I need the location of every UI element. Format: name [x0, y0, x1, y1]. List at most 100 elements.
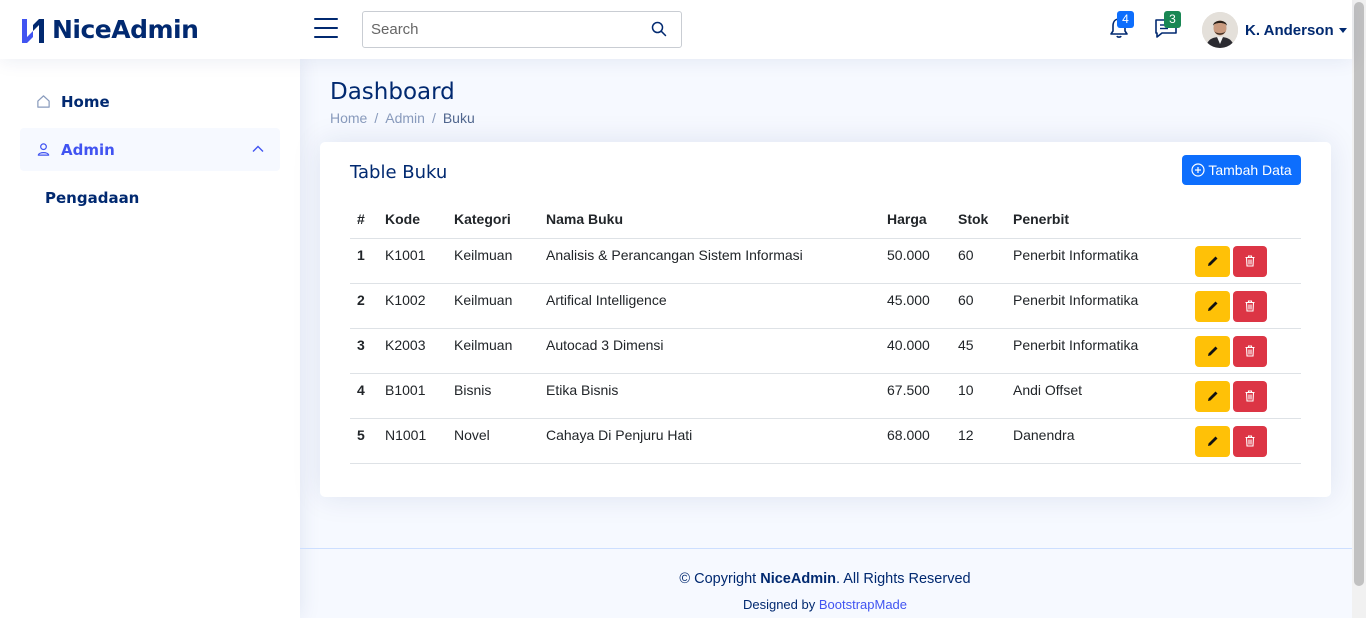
edit-button[interactable]	[1195, 425, 1230, 457]
delete-button[interactable]	[1233, 380, 1267, 412]
add-data-button[interactable]: Tambah Data	[1182, 155, 1301, 185]
cell-actions	[1195, 328, 1301, 374]
breadcrumb: Home / Admin / Buku	[330, 110, 475, 126]
copyright-suffix: . All Rights Reserved	[835, 571, 971, 587]
column-header-number: #	[350, 208, 385, 239]
cell-kategori: Keilmuan	[454, 328, 546, 374]
cell-kode: N1001	[385, 418, 454, 464]
table-row: 2 K1002 Keilmuan Artifical Intelligence …	[350, 283, 1301, 329]
cell-stok: 45	[958, 328, 1013, 374]
pencil-icon	[1207, 436, 1217, 446]
cell-actions	[1195, 283, 1301, 329]
books-table: # Kode Kategori Nama Buku Harga Stok Pen…	[350, 208, 1301, 464]
edit-button[interactable]	[1195, 290, 1230, 322]
cell-kode: K2003	[385, 328, 454, 374]
row-number: 3	[350, 328, 385, 374]
table-row: 3 K2003 Keilmuan Autocad 3 Dimensi 40.00…	[350, 328, 1301, 374]
trash-icon	[1245, 435, 1255, 447]
delete-button[interactable]	[1233, 335, 1267, 367]
column-header-kode: Kode	[385, 208, 454, 239]
profile-dropdown[interactable]: K. Anderson	[1202, 12, 1347, 48]
sidebar-item-home[interactable]: Home	[20, 80, 280, 123]
cell-stok: 60	[958, 238, 1013, 284]
scrollbar-thumb[interactable]	[1354, 2, 1364, 586]
logo[interactable]: NiceAdmin	[20, 15, 199, 44]
notifications-badge: 4	[1117, 11, 1134, 28]
avatar	[1202, 12, 1238, 48]
breadcrumb-home[interactable]: Home	[330, 110, 367, 126]
search-input[interactable]	[363, 12, 633, 47]
sidebar-subitem-pengadaan[interactable]: Pengadaan	[45, 189, 139, 207]
cell-nama-buku: Artifical Intelligence	[546, 283, 887, 329]
cell-actions	[1195, 418, 1301, 464]
credits: Designed by BootstrapMade	[300, 597, 1350, 612]
cell-penerbit: Andi Offset	[1013, 373, 1195, 419]
main-content: Dashboard Home / Admin / Buku Table Buku…	[300, 59, 1352, 618]
notifications-button[interactable]: 4	[1107, 11, 1134, 40]
logo-icon	[22, 18, 44, 43]
column-header-penerbit: Penerbit	[1013, 208, 1195, 239]
search-bar	[362, 11, 682, 48]
column-header-stok: Stok	[958, 208, 1013, 239]
logo-text: NiceAdmin	[52, 15, 199, 44]
sidebar: Home Admin Pengadaan	[0, 59, 300, 618]
table-row: 5 N1001 Novel Cahaya Di Penjuru Hati 68.…	[350, 418, 1301, 464]
copyright-brand: NiceAdmin	[760, 571, 836, 587]
cell-penerbit: Penerbit Informatika	[1013, 238, 1195, 284]
cell-kategori: Bisnis	[454, 373, 546, 419]
edit-button[interactable]	[1195, 335, 1230, 367]
cell-harga: 45.000	[887, 283, 958, 329]
cell-penerbit: Penerbit Informatika	[1013, 328, 1195, 374]
table-row: 1 K1001 Keilmuan Analisis & Perancangan …	[350, 238, 1301, 284]
card-title: Table Buku	[350, 162, 448, 183]
breadcrumb-separator: /	[374, 110, 379, 126]
cell-kategori: Keilmuan	[454, 238, 546, 284]
cell-kategori: Keilmuan	[454, 283, 546, 329]
cell-harga: 68.000	[887, 418, 958, 464]
cell-kode: K1001	[385, 238, 454, 284]
sidebar-item-label: Admin	[61, 140, 115, 159]
page-scrollbar[interactable]	[1352, 0, 1366, 618]
cell-nama-buku: Cahaya Di Penjuru Hati	[546, 418, 887, 464]
column-header-nama-buku: Nama Buku	[546, 208, 887, 239]
delete-button[interactable]	[1233, 290, 1267, 322]
profile-name: K. Anderson	[1245, 21, 1334, 39]
cell-penerbit: Penerbit Informatika	[1013, 283, 1195, 329]
column-header-harga: Harga	[887, 208, 958, 239]
row-number: 1	[350, 238, 385, 284]
pencil-icon	[1207, 256, 1217, 266]
search-icon[interactable]	[651, 21, 667, 37]
page-title: Dashboard	[330, 79, 455, 105]
pencil-icon	[1207, 301, 1217, 311]
cell-harga: 40.000	[887, 328, 958, 374]
trash-icon	[1245, 345, 1255, 357]
cell-harga: 67.500	[887, 373, 958, 419]
cell-nama-buku: Autocad 3 Dimensi	[546, 328, 887, 374]
delete-button[interactable]	[1233, 245, 1267, 277]
cell-nama-buku: Analisis & Perancangan Sistem Informasi	[546, 238, 887, 284]
table-row: 4 B1001 Bisnis Etika Bisnis 67.500 10 An…	[350, 373, 1301, 419]
row-number: 4	[350, 373, 385, 419]
edit-button[interactable]	[1195, 380, 1230, 412]
footer-divider	[300, 548, 1352, 549]
designer-link[interactable]: BootstrapMade	[819, 597, 907, 612]
trash-icon	[1245, 255, 1255, 267]
sidebar-toggle-icon[interactable]	[314, 18, 338, 40]
breadcrumb-admin[interactable]: Admin	[385, 110, 425, 126]
row-number: 5	[350, 418, 385, 464]
edit-button[interactable]	[1195, 245, 1230, 277]
row-number: 2	[350, 283, 385, 329]
breadcrumb-current: Buku	[442, 110, 475, 126]
delete-button[interactable]	[1233, 425, 1267, 457]
table-body: 1 K1001 Keilmuan Analisis & Perancangan …	[350, 238, 1301, 464]
cell-stok: 10	[958, 373, 1013, 419]
cell-actions	[1195, 238, 1301, 284]
sidebar-item-label: Home	[61, 92, 110, 111]
plus-circle-icon	[1191, 163, 1205, 177]
messages-button[interactable]: 3	[1154, 11, 1181, 40]
column-header-actions	[1195, 208, 1301, 239]
copyright-prefix: © Copyright	[679, 571, 761, 587]
sidebar-item-admin[interactable]: Admin	[20, 128, 280, 171]
cell-actions	[1195, 373, 1301, 419]
house-icon	[37, 95, 50, 108]
